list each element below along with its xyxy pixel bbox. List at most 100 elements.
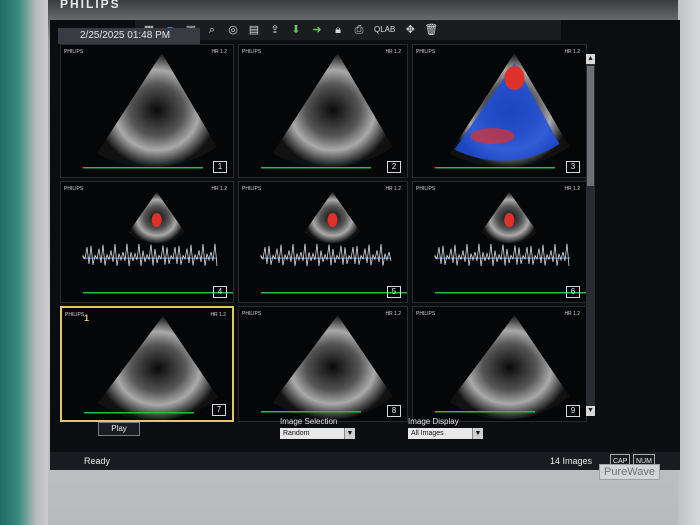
color-flow	[151, 213, 162, 227]
ecg-trace	[83, 167, 203, 169]
echo-image	[435, 315, 570, 420]
tile-meta-left: PHILIPS	[242, 186, 262, 192]
image-display-value: All Images	[411, 430, 444, 437]
image-tile[interactable]: PHILIPS HR 1.2 1	[60, 44, 234, 178]
image-display-dropdown[interactable]: All Images ▼	[408, 428, 483, 439]
ecg-trace	[435, 292, 586, 294]
echo-image	[84, 316, 218, 420]
tile-meta-right: HR 1.2	[564, 49, 580, 55]
tile-number: 3	[566, 161, 580, 173]
tile-meta-left: PHILIPS	[416, 49, 436, 55]
tile-meta-right: HR 1.2	[211, 49, 227, 55]
zoom-icon[interactable]: ⌕	[204, 23, 220, 37]
delete-icon[interactable]: 🗑︎	[423, 23, 439, 37]
image-selection-value: Random	[283, 430, 310, 437]
tile-meta-right: HR 1.2	[211, 186, 227, 192]
ecg-trace	[261, 167, 371, 169]
ecg-trace	[435, 167, 555, 169]
qlab-button[interactable]: QLAB	[372, 23, 397, 37]
echo-image	[261, 315, 393, 420]
tile-number: 7	[212, 404, 226, 416]
tile-meta-left: PHILIPS	[242, 311, 262, 317]
echo-image	[82, 192, 233, 294]
ecg-trace	[435, 411, 535, 413]
purewave-badge: PureWave	[599, 464, 660, 480]
monitor-bezel-left	[0, 0, 48, 525]
brand-logo: PHILIPS	[60, 0, 121, 11]
tile-number: 5	[387, 286, 401, 298]
tile-meta-left: PHILIPS	[416, 311, 436, 317]
target-icon[interactable]: ◎	[225, 23, 241, 37]
sector-image	[272, 53, 393, 168]
save-icon[interactable]: ⬇	[288, 23, 304, 37]
echo-image	[434, 192, 586, 294]
ultrasound-screen: ▦ ■ ▣ ⌕ ◎ ▤ ⇪ ⬇ ➜ 🔒︎ ⎙ QLAB ✥ 🗑︎ ▰ 2/25/…	[50, 20, 680, 470]
image-tile[interactable]: PHILIPS HR 1.2 8	[238, 306, 408, 422]
image-tile[interactable]: PHILIPS HR 1.2 1 7	[60, 306, 234, 422]
send-icon[interactable]: ➜	[309, 23, 325, 37]
spectral-waveform	[434, 243, 570, 267]
color-flow	[504, 213, 515, 227]
tile-number: 2	[387, 161, 401, 173]
tile-meta-left: PHILIPS	[416, 186, 436, 192]
tools-icon[interactable]: ✥	[402, 23, 418, 37]
scroll-down-arrow-icon[interactable]: ▼	[586, 406, 595, 416]
color-flow-red	[504, 66, 525, 90]
ecg-trace	[83, 292, 233, 294]
tile-meta-right: HR 1.2	[385, 186, 401, 192]
exam-date: 2/25/2025 01:48 PM	[58, 28, 200, 44]
ecg-trace	[84, 412, 194, 414]
selection-index: 1	[84, 313, 90, 323]
spectral-waveform	[260, 243, 392, 267]
status-ready: Ready	[84, 456, 111, 466]
tile-meta-right: HR 1.2	[564, 311, 580, 317]
ecg-trace	[261, 411, 361, 413]
echo-image	[260, 192, 407, 294]
report-icon[interactable]: ▤	[246, 23, 262, 37]
image-tile[interactable]: PHILIPS HR 1.2 6	[412, 181, 587, 303]
sector-image	[272, 315, 393, 420]
chevron-down-icon[interactable]: ▼	[472, 428, 483, 439]
sector-image	[449, 315, 570, 420]
tile-number: 8	[387, 405, 401, 417]
ecg-trace	[261, 292, 407, 294]
echo-image	[261, 53, 393, 169]
image-selection-label: Image Selection	[280, 417, 338, 426]
spectral-waveform	[82, 243, 218, 267]
echo-image	[435, 53, 570, 169]
image-tile[interactable]: PHILIPS HR 1.2 9	[412, 306, 587, 422]
echo-image	[83, 53, 217, 169]
image-tile[interactable]: PHILIPS HR 1.2 5	[238, 181, 408, 303]
tile-meta-right: HR 1.2	[385, 49, 401, 55]
playback-controls: Play Image Selection Random ▼ Image Disp…	[60, 417, 620, 448]
image-tile[interactable]: PHILIPS HR 1.2 3	[412, 44, 587, 178]
scroll-thumb[interactable]	[587, 66, 594, 186]
print-icon[interactable]: ⎙	[351, 23, 367, 37]
export-icon[interactable]: ⇪	[267, 23, 283, 37]
play-button[interactable]: Play	[98, 422, 140, 436]
tile-meta-right: HR 1.2	[385, 311, 401, 317]
sector-image	[96, 53, 217, 168]
image-grid: PHILIPS HR 1.2 1 PHILIPS HR 1.2 2 PHILIPS HR 1.…	[60, 44, 587, 422]
tile-number: 4	[213, 286, 227, 298]
tile-meta-left: PHILIPS	[242, 49, 262, 55]
tile-meta-right: HR 1.2	[210, 312, 226, 318]
status-bar: Ready 14 Images CAP NUM	[50, 452, 680, 470]
color-flow	[327, 213, 338, 227]
image-count: 14 Images	[550, 456, 593, 466]
image-tile[interactable]: PHILIPS HR 1.2 4	[60, 181, 234, 303]
sector-image	[97, 316, 218, 420]
tile-number: 9	[566, 405, 580, 417]
chevron-down-icon[interactable]: ▼	[344, 428, 355, 439]
image-selection-dropdown[interactable]: Random ▼	[280, 428, 355, 439]
monitor-bezel-right	[678, 0, 700, 525]
color-flow-red	[470, 128, 515, 145]
tile-meta-left: PHILIPS	[64, 186, 84, 192]
lock-icon[interactable]: 🔒︎	[330, 23, 346, 37]
scroll-up-arrow-icon[interactable]: ▲	[586, 54, 595, 64]
scrollbar[interactable]: ▲ ▼	[586, 54, 595, 416]
image-tile[interactable]: PHILIPS HR 1.2 2	[238, 44, 408, 178]
tile-meta-left: PHILIPS	[64, 49, 84, 55]
tile-meta-right: HR 1.2	[564, 186, 580, 192]
tile-number: 1	[213, 161, 227, 173]
